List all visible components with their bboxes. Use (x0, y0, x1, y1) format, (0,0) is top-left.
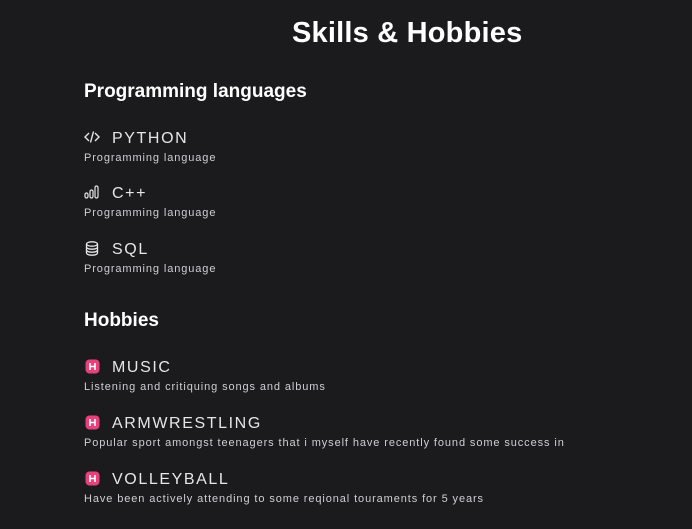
skill-item-sql: SQL Programming language (84, 239, 684, 275)
skills-hobbies-page: Skills & Hobbies Programming languages P… (0, 0, 692, 529)
code-icon (84, 129, 100, 145)
skill-description: Programming language (84, 152, 217, 164)
bars-icon (84, 184, 100, 200)
programming-section-heading: Programming languages (84, 81, 307, 102)
hobby-badge-icon (84, 358, 100, 374)
hobbies-section-heading: Hobbies (84, 310, 159, 331)
hobby-description: Have been actively attending to some req… (84, 493, 484, 505)
hobby-item-volleyball: VOLLEYBALL Have been actively attending … (84, 469, 684, 505)
database-icon (84, 240, 100, 256)
skill-name: PYTHON (112, 130, 189, 147)
hobby-badge-icon (84, 470, 100, 486)
skill-description: Programming language (84, 263, 217, 275)
hobby-badge-icon (84, 414, 100, 430)
hobby-description: Listening and critiquing songs and album… (84, 381, 326, 393)
skill-name: SQL (112, 241, 149, 258)
skill-name: C++ (112, 185, 148, 202)
page-title: Skills & Hobbies (292, 17, 523, 49)
hobby-name: ARMWRESTLING (112, 415, 262, 432)
skill-item-python: PYTHON Programming language (84, 128, 684, 164)
hobby-name: MUSIC (112, 359, 172, 376)
skill-description: Programming language (84, 207, 217, 219)
skill-item-cpp: C++ Programming language (84, 183, 684, 219)
hobby-item-armwrestling: ARMWRESTLING Popular sport amongst teena… (84, 413, 684, 449)
hobby-name: VOLLEYBALL (112, 471, 230, 488)
hobby-description: Popular sport amongst teenagers that i m… (84, 437, 565, 449)
hobby-item-music: MUSIC Listening and critiquing songs and… (84, 357, 684, 393)
